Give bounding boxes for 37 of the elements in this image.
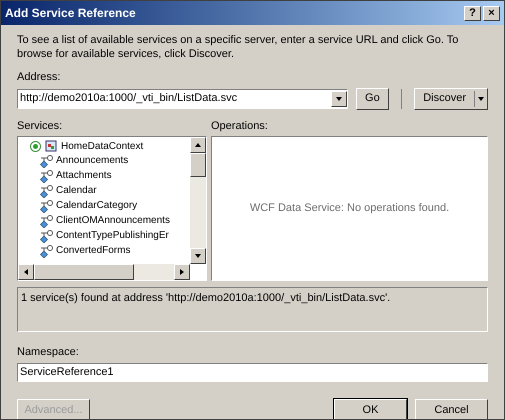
service-icon [40,214,54,228]
dropdown-button[interactable] [330,90,347,106]
tree-item[interactable]: CalendarCategory [30,198,190,213]
close-button[interactable]: × [483,6,500,20]
cancel-button[interactable]: Cancel [415,398,488,419]
database-icon [45,140,57,152]
namespace-field[interactable]: ServiceReference1 [17,362,488,382]
go-button[interactable]: Go [356,88,390,110]
help-button[interactable]: ? [464,6,481,20]
operations-message: WCF Data Service: No operations found. [250,201,450,216]
tree-item[interactable]: Calendar [30,183,190,198]
status-text: 1 service(s) found at address 'http://demo2010a:1000/_vti_bin/ListData.svc'. [21,292,390,304]
window-title: Add Service Reference [5,5,137,22]
namespace-label: Namespace: [17,345,80,360]
services-label: Services: [17,118,64,134]
address-field[interactable]: http://demo2010a:1000/_vti_bin/ListData.svc [17,88,348,108]
description-text: To see a list of available services on a specific server, enter a service URL and click Go. To browse for available services, click Discover. [17,33,460,61]
operations-label: Operations: [211,118,269,134]
horizontal-scrollbar[interactable] [18,264,190,280]
service-icon [40,244,54,258]
address-label: Address: [17,70,62,85]
tree-item[interactable]: ClientOMAnnouncements [30,213,190,228]
tree-item[interactable]: ContentTypePublishingEr [30,228,190,243]
tree-item[interactable]: Attachments [30,168,190,183]
service-icon [40,184,54,198]
scrollbar-thumb[interactable] [34,264,134,280]
discover-button[interactable]: Discover [414,88,488,110]
service-icon [40,168,54,182]
vertical-scrollbar[interactable] [190,137,206,264]
tree-item[interactable]: ConvertedForms [30,243,190,258]
tree-item[interactable]: HomeDataContext [30,139,190,153]
scrollbar-thumb[interactable] [190,153,206,177]
service-icon [40,198,54,212]
tree-item[interactable]: Announcements [30,153,190,168]
service-icon [40,154,54,168]
service-icon [40,228,54,242]
ok-button[interactable]: OK [334,398,407,419]
